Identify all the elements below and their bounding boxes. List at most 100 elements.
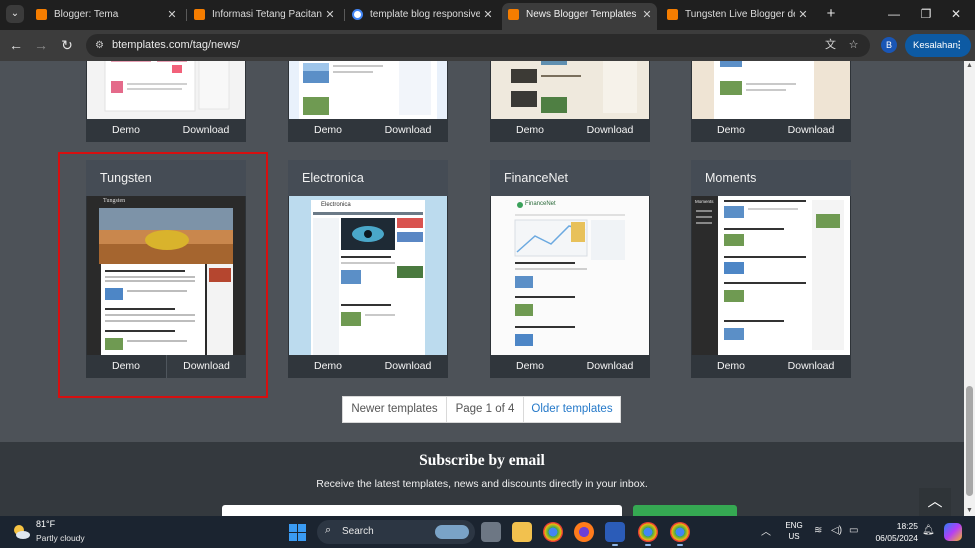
card-actions: Demo Download (691, 355, 851, 378)
tab-tungsten-demo[interactable]: Tungsten Live Blogger demo ✕ (661, 3, 813, 27)
window-close-icon[interactable]: ✕ (946, 4, 966, 24)
taskbar-search-box[interactable]: ⌕ Search (317, 520, 475, 544)
tab-informasi-pacitan[interactable]: Informasi Tetang Pacitan ✕ (188, 3, 340, 27)
template-preview-image[interactable] (692, 61, 850, 119)
close-icon[interactable]: ✕ (797, 3, 809, 27)
page-scrollbar[interactable]: ▲ ▼ (964, 61, 975, 516)
language-code: ENG (785, 521, 803, 530)
preview-thumbnail (299, 61, 437, 119)
card-actions: Demo Download (691, 119, 851, 142)
windows-start-icon[interactable] (289, 524, 306, 541)
tab-label: Informasi Tetang Pacitan (212, 9, 322, 20)
page-status: Page 1 of 4 (446, 396, 524, 423)
new-tab-plus-icon[interactable]: + (822, 5, 840, 23)
reload-icon[interactable]: ↻ (57, 35, 77, 55)
site-info-icon[interactable]: ⚙ (92, 38, 107, 53)
system-clock[interactable]: 18:25 06/05/2024 (866, 520, 918, 544)
wifi-icon[interactable]: ≋ (814, 525, 822, 536)
template-name[interactable]: FinanceNet (490, 160, 650, 196)
close-icon[interactable]: ✕ (166, 3, 178, 27)
tab-blogger-tema[interactable]: Blogger: Tema ✕ (30, 3, 182, 27)
older-templates-link[interactable]: Older templates (523, 396, 621, 423)
error-label: Kesalahan (913, 40, 958, 51)
template-name[interactable]: Moments (691, 160, 851, 196)
search-icon: ⌕ (325, 524, 332, 536)
forward-arrow-icon[interactable]: → (31, 35, 51, 55)
tab-strip: ⌄ Blogger: Tema ✕ Informasi Tetang Pacit… (0, 0, 975, 30)
battery-icon[interactable]: ▭ (849, 525, 858, 536)
chrome-active-icon[interactable] (670, 522, 690, 546)
address-bar[interactable]: ⚙ btemplates.com/tag/news/ 文 ☆ (86, 34, 870, 57)
demo-button[interactable]: Demo (691, 119, 771, 142)
tab-google-search[interactable]: template blog responsive fre ✕ (346, 3, 498, 27)
template-name[interactable]: Electronica (288, 160, 448, 196)
google-icon (352, 9, 363, 20)
browser-toolbar: ← → ↻ ⚙ btemplates.com/tag/news/ 文 ☆ B K… (0, 30, 975, 61)
scroll-up-arrow-icon[interactable]: ▲ (964, 61, 975, 71)
download-button[interactable]: Download (771, 355, 851, 378)
email-input[interactable] (222, 505, 622, 516)
url-text[interactable]: btemplates.com/tag/news/ (112, 34, 240, 57)
firefox-icon[interactable] (574, 522, 594, 542)
weather-condition[interactable]: Partly cloudy (36, 533, 85, 543)
template-card-moments: Moments Moments Demo Download (691, 160, 851, 378)
bookmark-star-icon[interactable]: ☆ (846, 38, 861, 53)
template-preview-image[interactable]: FinanceNet (491, 196, 649, 355)
template-preview-image[interactable]: Electronica (289, 196, 447, 355)
preview-heading: FinanceNet (525, 201, 556, 207)
scroll-down-arrow-icon[interactable]: ▼ (964, 506, 975, 516)
file-explorer-icon[interactable] (512, 522, 532, 542)
chrome-icon[interactable] (543, 522, 563, 542)
download-button[interactable]: Download (570, 355, 650, 378)
demo-button[interactable]: Demo (490, 119, 570, 142)
demo-button[interactable]: Demo (288, 355, 368, 378)
template-preview-image[interactable] (491, 61, 649, 119)
demo-button[interactable]: Demo (288, 119, 368, 142)
tab-search-icon[interactable]: ⌄ (6, 5, 24, 23)
download-button[interactable]: Download (771, 119, 851, 142)
restore-icon[interactable]: ❐ (916, 4, 936, 24)
preview-thumbnail (511, 61, 637, 113)
demo-button[interactable]: Demo (691, 355, 771, 378)
blogger-icon (36, 9, 47, 20)
close-icon[interactable]: ✕ (482, 3, 494, 27)
error-menu-button[interactable]: Kesalahan ⋮ (905, 34, 971, 57)
template-card: Demo Download (490, 61, 650, 142)
speaker-icon[interactable]: ◁) (831, 525, 842, 536)
notification-bell-icon[interactable]: 🔔︎ (922, 525, 935, 536)
template-preview-image[interactable]: Moments (692, 196, 850, 355)
template-preview-image[interactable] (289, 61, 447, 119)
chevron-up-icon[interactable]: ︿ (761, 523, 771, 538)
partly-cloudy-icon[interactable] (12, 523, 31, 540)
back-arrow-icon[interactable]: ← (6, 35, 26, 55)
close-icon[interactable]: ✕ (641, 3, 653, 27)
tab-news-blogger-templates[interactable]: News Blogger Templates - B ✕ (502, 3, 657, 30)
weather-temperature[interactable]: 81°F (36, 519, 55, 529)
clock-date: 06/05/2024 (875, 533, 918, 543)
card-actions: Demo Download (490, 355, 650, 378)
more-vert-icon: ⋮ (954, 40, 965, 51)
translate-icon[interactable]: 文 (823, 38, 838, 53)
chrome-profile-icon[interactable] (638, 522, 658, 546)
template-preview-image[interactable] (87, 61, 245, 119)
word-icon[interactable] (605, 522, 625, 546)
minimize-icon[interactable]: — (884, 4, 904, 24)
scrollbar-thumb[interactable] (966, 386, 973, 496)
tab-label: Tungsten Live Blogger demo (685, 9, 795, 20)
template-card-electronica: Electronica Electronica Demo Download (288, 160, 448, 378)
newer-templates-button[interactable]: Newer templates (342, 396, 447, 423)
subscribe-button[interactable] (633, 505, 737, 516)
language-indicator[interactable]: ENG US (784, 520, 804, 542)
download-button[interactable]: Download (570, 119, 650, 142)
task-view-icon[interactable] (481, 522, 501, 542)
scroll-to-top-button[interactable]: ︿ (919, 488, 951, 516)
demo-button[interactable]: Demo (86, 119, 166, 142)
copilot-icon[interactable] (944, 523, 962, 541)
card-actions: Demo Download (288, 119, 448, 142)
download-button[interactable]: Download (368, 119, 448, 142)
close-icon[interactable]: ✕ (324, 3, 336, 27)
download-button[interactable]: Download (166, 119, 246, 142)
download-button[interactable]: Download (368, 355, 448, 378)
profile-avatar[interactable]: B (881, 37, 897, 53)
demo-button[interactable]: Demo (490, 355, 570, 378)
